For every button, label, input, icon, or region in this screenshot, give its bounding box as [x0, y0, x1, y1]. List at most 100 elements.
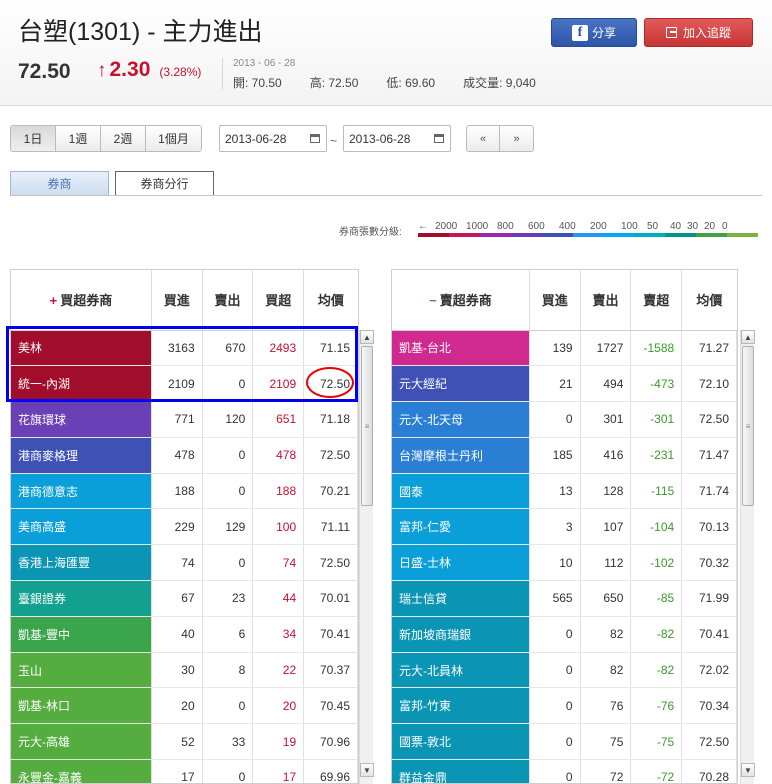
column-header-label: 買超券商	[60, 293, 113, 309]
broker-name[interactable]: 元大-北天母	[392, 401, 530, 438]
next-button[interactable]: »	[500, 126, 533, 151]
table-row[interactable]: 群益金鼎 0 72 -72 70.28	[392, 759, 737, 783]
table-row[interactable]: 元大-高雄 52 33 19 70.96	[11, 723, 358, 761]
period-button[interactable]: 1週	[56, 126, 101, 151]
table-row[interactable]: 臺銀證券 67 23 44 70.01	[11, 580, 358, 617]
table-row[interactable]: 香港上海匯豐 74 0 74 72.50	[11, 544, 358, 582]
legend-level: 20	[704, 221, 716, 232]
scroll-up-icon[interactable]: ▲	[741, 330, 755, 344]
buy-volume: 771	[151, 401, 203, 438]
broker-name[interactable]: 國泰	[392, 473, 530, 510]
scroll-up-icon[interactable]: ▲	[360, 330, 374, 344]
table-row[interactable]: 凱基-林口 20 0 20 70.45	[11, 687, 358, 725]
tab-broker[interactable]: 券商	[10, 171, 109, 195]
average-price: 71.11	[303, 508, 358, 546]
broker-name[interactable]: 凱基-林口	[11, 687, 152, 725]
sell-volume: 112	[580, 544, 632, 582]
table-row[interactable]: 富邦-竹東 0 76 -76 70.34	[392, 687, 737, 725]
column-header: 買超	[252, 270, 305, 331]
net-volume: 44	[252, 580, 305, 617]
sell-scrollbar[interactable]: ▲ ≡ ▼	[740, 330, 755, 784]
net-volume: -72	[630, 759, 683, 783]
column-header: 均價	[303, 270, 358, 331]
table-row[interactable]: 國泰 13 128 -115 71.74	[392, 473, 737, 510]
stat-item: 開: 70.50	[233, 76, 282, 90]
broker-name[interactable]: 國票-敦北	[392, 723, 530, 761]
broker-name[interactable]: 凱基-台北	[392, 330, 530, 367]
table-row[interactable]: 元大-北員林 0 82 -82 72.02	[392, 652, 737, 689]
table-row[interactable]: 港商麥格理 478 0 478 72.50	[11, 437, 358, 474]
broker-name[interactable]: 元大經紀	[392, 365, 530, 403]
facebook-icon: f	[571, 24, 588, 41]
period-button[interactable]: 1日	[11, 126, 56, 151]
tab-broker-branch[interactable]: 券商分行	[115, 171, 214, 195]
table-row[interactable]: 永豐金-嘉義 17 0 17 69.96	[11, 759, 358, 783]
table-row[interactable]: 新加坡商瑞銀 0 82 -82 70.41	[392, 616, 737, 653]
table-row[interactable]: 國票-敦北 0 75 -75 72.50	[392, 723, 737, 761]
sell-volume: 72	[580, 759, 632, 783]
buy-scrollbar[interactable]: ▲ ≡ ▼	[359, 330, 374, 784]
table-row[interactable]: 凱基-豐中 40 6 34 70.41	[11, 616, 358, 653]
legend-swatch	[541, 233, 573, 237]
legend-swatch	[634, 233, 666, 237]
broker-name[interactable]: 群益金鼎	[392, 759, 530, 783]
calendar-icon[interactable]	[434, 134, 444, 143]
broker-name[interactable]: 港商麥格理	[11, 437, 152, 474]
broker-name[interactable]: 瑞士信貸	[392, 580, 530, 617]
table-row[interactable]: 港商德意志 188 0 188 70.21	[11, 473, 358, 510]
broker-name[interactable]: 富邦-仁愛	[392, 508, 530, 546]
broker-name[interactable]: 永豐金-嘉義	[11, 759, 152, 783]
buy-volume: 478	[151, 437, 203, 474]
table-row[interactable]: 元大-北天母 0 301 -301 72.50	[392, 401, 737, 438]
average-price: 70.32	[681, 544, 737, 582]
table-row[interactable]: 元大經紀 21 494 -473 72.10	[392, 365, 737, 403]
table-row[interactable]: 富邦-仁愛 3 107 -104 70.13	[392, 508, 737, 546]
column-header: 均價	[681, 270, 737, 331]
scroll-thumb[interactable]: ≡	[361, 346, 373, 506]
period-button[interactable]: 1個月	[146, 126, 201, 151]
table-row[interactable]: 日盛-士林 10 112 -102 70.32	[392, 544, 737, 582]
column-header: 賣出	[580, 270, 632, 331]
sell-volume: 82	[580, 652, 632, 689]
broker-name[interactable]: 日盛-士林	[392, 544, 530, 582]
calendar-icon[interactable]	[310, 134, 320, 143]
follow-button[interactable]: 加入追蹤	[644, 18, 753, 47]
column-header-label: 均價	[696, 293, 723, 309]
column-header: 賣出	[202, 270, 254, 331]
table-row[interactable]: 凱基-台北 139 1727 -1588 71.27	[392, 330, 737, 367]
sell-volume: 0	[202, 544, 254, 582]
average-price: 72.50	[303, 437, 358, 474]
prev-button[interactable]: «	[467, 126, 500, 151]
table-row[interactable]: 玉山 30 8 22 70.37	[11, 652, 358, 689]
broker-name[interactable]: 香港上海匯豐	[11, 544, 152, 582]
net-volume: -115	[630, 473, 683, 510]
broker-name[interactable]: 富邦-竹東	[392, 687, 530, 725]
average-price: 70.96	[303, 723, 358, 761]
table-row[interactable]: 瑞士信貸 565 650 -85 71.99	[392, 580, 737, 617]
net-volume: -231	[630, 437, 683, 474]
range-separator: ~	[330, 134, 338, 148]
scroll-down-icon[interactable]: ▼	[741, 763, 755, 777]
broker-name[interactable]: 新加坡商瑞銀	[392, 616, 530, 653]
date-from-input[interactable]: 2013-06-28	[219, 125, 327, 152]
table-row[interactable]: 台灣摩根士丹利 185 416 -231 71.47	[392, 437, 737, 474]
broker-name[interactable]: 元大-高雄	[11, 723, 152, 761]
net-volume: 17	[252, 759, 305, 783]
scroll-thumb[interactable]: ≡	[742, 346, 754, 506]
broker-name[interactable]: 港商德意志	[11, 473, 152, 510]
share-button[interactable]: f 分享	[551, 18, 637, 47]
period-button[interactable]: 2週	[101, 126, 146, 151]
broker-name[interactable]: 凱基-豐中	[11, 616, 152, 653]
broker-name[interactable]: 玉山	[11, 652, 152, 689]
date-to-input[interactable]: 2013-06-28	[343, 125, 451, 152]
table-row[interactable]: 美商高盛 229 129 100 71.11	[11, 508, 358, 546]
scroll-down-icon[interactable]: ▼	[360, 763, 374, 777]
broker-name[interactable]: 元大-北員林	[392, 652, 530, 689]
broker-name[interactable]: 美商高盛	[11, 508, 152, 546]
broker-name[interactable]: 臺銀證券	[11, 580, 152, 617]
sell-panel: − 賣超券商 買進 賣出 賣超 均價 凱基-台北 139 1727 -1588 71.27 元大經紀…	[391, 269, 738, 784]
sell-volume: 120	[202, 401, 254, 438]
table-row[interactable]: 花旗環球 771 120 651 71.18	[11, 401, 358, 438]
broker-name[interactable]: 花旗環球	[11, 401, 152, 438]
broker-name[interactable]: 台灣摩根士丹利	[392, 437, 530, 474]
